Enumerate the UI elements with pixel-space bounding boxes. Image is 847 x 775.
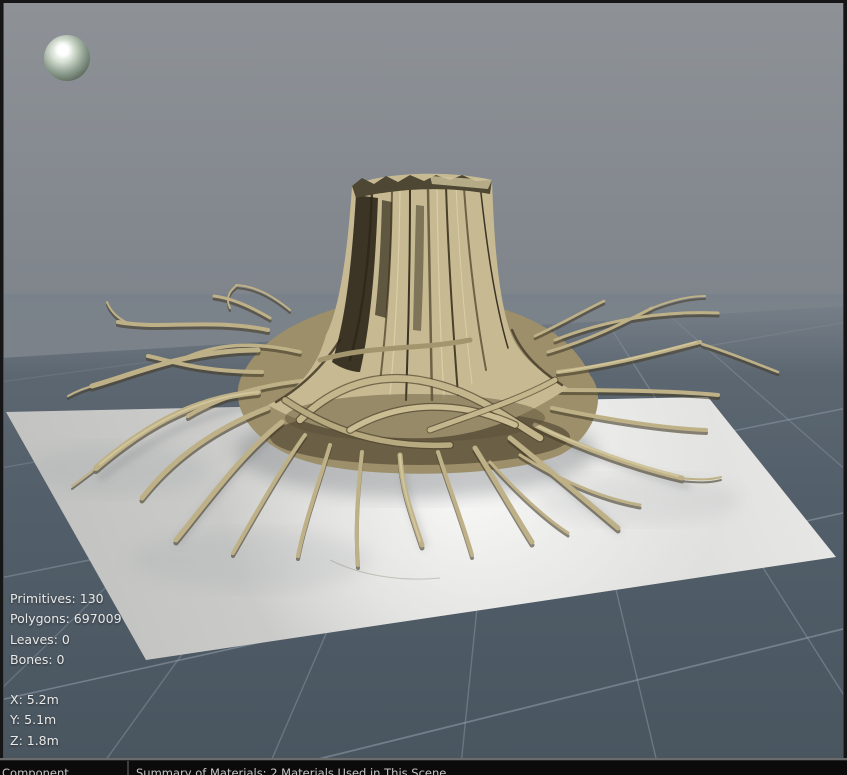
coord-y: Y: 5.1m [10,712,57,728]
light-gizmo-sphere[interactable] [44,35,90,81]
viewport-frame-top [0,0,847,3]
coord-z: Z: 1.8m [10,732,59,748]
app-window: Primitives: 130 Polygons: 697009 Leaves:… [0,0,847,775]
scene-stats: Primitives: 130 Polygons: 697009 Leaves:… [10,589,122,671]
scene-coordinates: X: 5.2m Y: 5.1m Z: 1.8m [10,690,59,751]
viewport-frame-right [843,0,847,758]
3d-viewport[interactable]: Primitives: 130 Polygons: 697009 Leaves:… [0,0,847,758]
stat-polygons: Polygons: 697009 [10,611,122,627]
stat-bones: Bones: 0 [10,652,65,668]
status-bar: Component Summary of Materials: 2 Materi… [0,761,847,775]
scene-render [0,0,847,758]
stat-leaves: Leaves: 0 [10,631,70,647]
stat-primitives: Primitives: 130 [10,591,104,606]
status-materials-summary: Summary of Materials: 2 Materials Used i… [136,766,447,775]
coord-x: X: 5.2m [10,692,59,707]
viewport-frame-left [0,0,4,758]
status-mode-button[interactable]: Component [0,761,127,775]
